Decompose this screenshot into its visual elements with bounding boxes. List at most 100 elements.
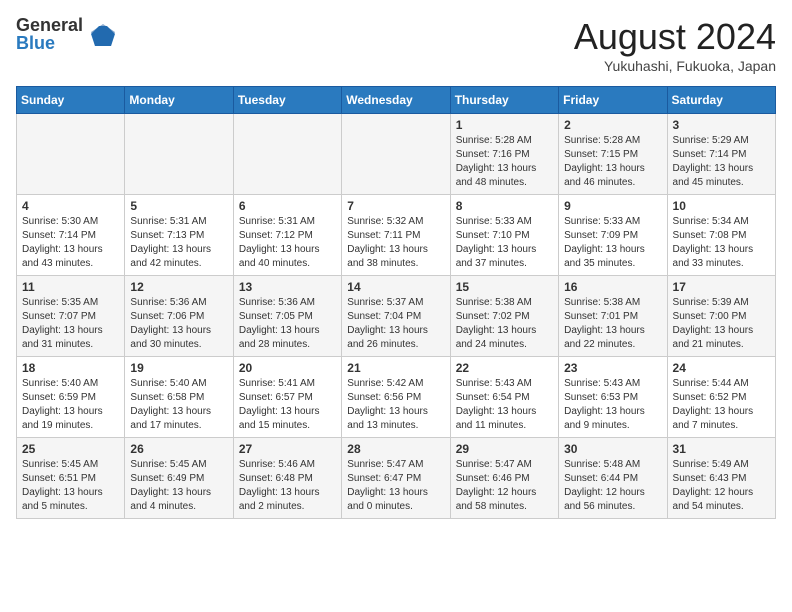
calendar-day-cell: 30 Sunrise: 5:48 AM Sunset: 6:44 PM Dayli…	[559, 438, 667, 519]
day-detail: Sunrise: 5:42 AM Sunset: 6:56 PM Dayligh…	[347, 377, 444, 433]
day-detail: Sunrise: 5:45 AM Sunset: 6:49 PM Dayligh…	[130, 458, 227, 514]
day-detail: Sunrise: 5:38 AM Sunset: 7:01 PM Dayligh…	[564, 296, 661, 352]
day-number: 14	[347, 280, 444, 294]
day-detail: Sunrise: 5:34 AM Sunset: 7:08 PM Dayligh…	[673, 215, 770, 271]
logo: General Blue	[16, 16, 119, 52]
location-subtitle: Yukuhashi, Fukuoka, Japan	[574, 58, 776, 74]
day-number: 2	[564, 118, 661, 132]
day-detail: Sunrise: 5:47 AM Sunset: 6:47 PM Dayligh…	[347, 458, 444, 514]
calendar-day-cell: 14 Sunrise: 5:37 AM Sunset: 7:04 PM Dayli…	[342, 276, 450, 357]
calendar-day-cell: 7 Sunrise: 5:32 AM Sunset: 7:11 PM Daylig…	[342, 195, 450, 276]
day-number: 9	[564, 199, 661, 213]
day-number: 11	[22, 280, 119, 294]
day-detail: Sunrise: 5:41 AM Sunset: 6:57 PM Dayligh…	[239, 377, 336, 433]
day-detail: Sunrise: 5:33 AM Sunset: 7:09 PM Dayligh…	[564, 215, 661, 271]
day-detail: Sunrise: 5:39 AM Sunset: 7:00 PM Dayligh…	[673, 296, 770, 352]
day-number: 19	[130, 361, 227, 375]
calendar-week-row: 1Sunrise: 5:28 AM Sunset: 7:16 PM Daylig…	[17, 114, 776, 195]
calendar-week-row: 18Sunrise: 5:40 AM Sunset: 6:59 PM Dayli…	[17, 357, 776, 438]
calendar-day-cell: 23Sunrise: 5:43 AM Sunset: 6:53 PM Dayli…	[559, 357, 667, 438]
calendar-day-cell: 18Sunrise: 5:40 AM Sunset: 6:59 PM Dayli…	[17, 357, 125, 438]
day-detail: Sunrise: 5:45 AM Sunset: 6:51 PM Dayligh…	[22, 458, 119, 514]
calendar-day-cell: 21 Sunrise: 5:42 AM Sunset: 6:56 PM Dayli…	[342, 357, 450, 438]
day-number: 20	[239, 361, 336, 375]
calendar-day-cell: 9 Sunrise: 5:33 AM Sunset: 7:09 PM Daylig…	[559, 195, 667, 276]
day-detail: Sunrise: 5:30 AM Sunset: 7:14 PM Dayligh…	[22, 215, 119, 271]
day-number: 3	[673, 118, 770, 132]
calendar-day-cell: 2 Sunrise: 5:28 AM Sunset: 7:15 PM Daylig…	[559, 114, 667, 195]
weekday-header-wednesday: Wednesday	[342, 87, 450, 114]
day-number: 7	[347, 199, 444, 213]
logo-icon	[87, 18, 119, 50]
calendar-day-cell: 24Sunrise: 5:44 AM Sunset: 6:52 PM Dayli…	[667, 357, 775, 438]
day-number: 17	[673, 280, 770, 294]
day-number: 22	[456, 361, 553, 375]
day-detail: Sunrise: 5:40 AM Sunset: 6:58 PM Dayligh…	[130, 377, 227, 433]
day-detail: Sunrise: 5:48 AM Sunset: 6:44 PM Dayligh…	[564, 458, 661, 514]
day-detail: Sunrise: 5:37 AM Sunset: 7:04 PM Dayligh…	[347, 296, 444, 352]
calendar-week-row: 4 Sunrise: 5:30 AM Sunset: 7:14 PM Daylig…	[17, 195, 776, 276]
calendar-day-cell: 10 Sunrise: 5:34 AM Sunset: 7:08 PM Dayli…	[667, 195, 775, 276]
weekday-header-saturday: Saturday	[667, 87, 775, 114]
calendar-day-cell: 17 Sunrise: 5:39 AM Sunset: 7:00 PM Dayli…	[667, 276, 775, 357]
day-detail: Sunrise: 5:47 AM Sunset: 6:46 PM Dayligh…	[456, 458, 553, 514]
calendar-day-cell	[342, 114, 450, 195]
weekday-header-row: SundayMondayTuesdayWednesdayThursdayFrid…	[17, 87, 776, 114]
day-detail: Sunrise: 5:38 AM Sunset: 7:02 PM Dayligh…	[456, 296, 553, 352]
page-header: General Blue August 2024 Yukuhashi, Fuku…	[16, 16, 776, 74]
calendar-day-cell: 12 Sunrise: 5:36 AM Sunset: 7:06 PM Dayli…	[125, 276, 233, 357]
calendar-day-cell: 15 Sunrise: 5:38 AM Sunset: 7:02 PM Dayli…	[450, 276, 558, 357]
day-number: 10	[673, 199, 770, 213]
day-detail: Sunrise: 5:32 AM Sunset: 7:11 PM Dayligh…	[347, 215, 444, 271]
day-number: 6	[239, 199, 336, 213]
day-number: 26	[130, 442, 227, 456]
day-number: 4	[22, 199, 119, 213]
calendar-day-cell: 11 Sunrise: 5:35 AM Sunset: 7:07 PM Dayli…	[17, 276, 125, 357]
day-detail: Sunrise: 5:43 AM Sunset: 6:54 PM Dayligh…	[456, 377, 553, 433]
calendar-day-cell: 5 Sunrise: 5:31 AM Sunset: 7:13 PM Daylig…	[125, 195, 233, 276]
day-detail: Sunrise: 5:28 AM Sunset: 7:15 PM Dayligh…	[564, 134, 661, 190]
day-detail: Sunrise: 5:46 AM Sunset: 6:48 PM Dayligh…	[239, 458, 336, 514]
day-number: 27	[239, 442, 336, 456]
calendar-day-cell: 4 Sunrise: 5:30 AM Sunset: 7:14 PM Daylig…	[17, 195, 125, 276]
day-number: 5	[130, 199, 227, 213]
day-detail: Sunrise: 5:33 AM Sunset: 7:10 PM Dayligh…	[456, 215, 553, 271]
calendar-day-cell	[17, 114, 125, 195]
logo-general-text: General	[16, 16, 83, 34]
calendar-table: SundayMondayTuesdayWednesdayThursdayFrid…	[16, 86, 776, 519]
calendar-day-cell: 27 Sunrise: 5:46 AM Sunset: 6:48 PM Dayli…	[233, 438, 341, 519]
weekday-header-thursday: Thursday	[450, 87, 558, 114]
day-number: 21	[347, 361, 444, 375]
calendar-day-cell: 13Sunrise: 5:36 AM Sunset: 7:05 PM Dayli…	[233, 276, 341, 357]
logo-blue-text: Blue	[16, 34, 83, 52]
calendar-day-cell: 22 Sunrise: 5:43 AM Sunset: 6:54 PM Dayli…	[450, 357, 558, 438]
day-detail: Sunrise: 5:31 AM Sunset: 7:12 PM Dayligh…	[239, 215, 336, 271]
day-number: 8	[456, 199, 553, 213]
calendar-week-row: 11 Sunrise: 5:35 AM Sunset: 7:07 PM Dayli…	[17, 276, 776, 357]
day-detail: Sunrise: 5:31 AM Sunset: 7:13 PM Dayligh…	[130, 215, 227, 271]
month-year-title: August 2024	[574, 16, 776, 58]
day-number: 29	[456, 442, 553, 456]
day-detail: Sunrise: 5:35 AM Sunset: 7:07 PM Dayligh…	[22, 296, 119, 352]
calendar-day-cell: 8 Sunrise: 5:33 AM Sunset: 7:10 PM Daylig…	[450, 195, 558, 276]
calendar-week-row: 25Sunrise: 5:45 AM Sunset: 6:51 PM Dayli…	[17, 438, 776, 519]
day-detail: Sunrise: 5:49 AM Sunset: 6:43 PM Dayligh…	[673, 458, 770, 514]
day-number: 15	[456, 280, 553, 294]
calendar-day-cell: 6 Sunrise: 5:31 AM Sunset: 7:12 PM Daylig…	[233, 195, 341, 276]
day-detail: Sunrise: 5:43 AM Sunset: 6:53 PM Dayligh…	[564, 377, 661, 433]
day-number: 18	[22, 361, 119, 375]
day-detail: Sunrise: 5:29 AM Sunset: 7:14 PM Dayligh…	[673, 134, 770, 190]
weekday-header-sunday: Sunday	[17, 87, 125, 114]
weekday-header-monday: Monday	[125, 87, 233, 114]
calendar-day-cell: 28Sunrise: 5:47 AM Sunset: 6:47 PM Dayli…	[342, 438, 450, 519]
calendar-day-cell: 1Sunrise: 5:28 AM Sunset: 7:16 PM Daylig…	[450, 114, 558, 195]
weekday-header-friday: Friday	[559, 87, 667, 114]
calendar-day-cell: 26 Sunrise: 5:45 AM Sunset: 6:49 PM Dayli…	[125, 438, 233, 519]
calendar-day-cell	[125, 114, 233, 195]
day-detail: Sunrise: 5:28 AM Sunset: 7:16 PM Dayligh…	[456, 134, 553, 190]
calendar-day-cell: 19 Sunrise: 5:40 AM Sunset: 6:58 PM Dayli…	[125, 357, 233, 438]
day-detail: Sunrise: 5:36 AM Sunset: 7:06 PM Dayligh…	[130, 296, 227, 352]
day-number: 12	[130, 280, 227, 294]
day-number: 30	[564, 442, 661, 456]
day-number: 16	[564, 280, 661, 294]
